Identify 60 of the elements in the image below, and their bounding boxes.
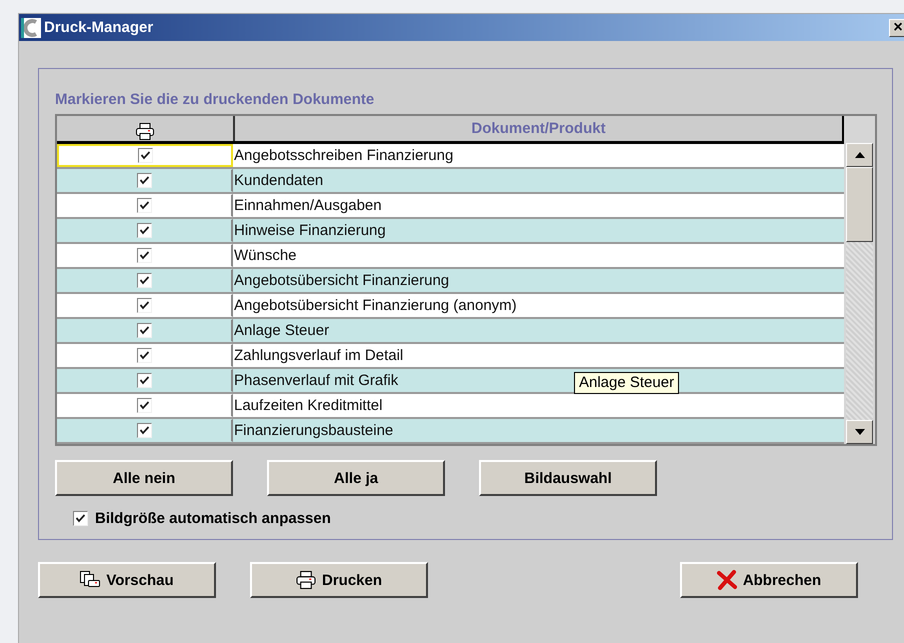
document-name: Angebotsübersicht Finanzierung — [234, 272, 450, 289]
document-name: Zahlungsverlauf im Detail — [234, 347, 404, 364]
check-icon — [139, 300, 150, 311]
check-icon — [139, 275, 150, 286]
document-name: Einnahmen/Ausgaben — [234, 197, 382, 214]
document-name: Hinweise Finanzierung — [234, 222, 386, 239]
document-name: Anlage Steuer — [234, 322, 330, 339]
printer-icon — [136, 123, 154, 140]
dialog-button[interactable]: Drucken — [250, 562, 428, 598]
check-icon — [139, 225, 150, 236]
checkbox[interactable] — [138, 148, 152, 163]
scroll-thumb[interactable] — [846, 167, 873, 242]
action-button[interactable]: Bildauswahl — [479, 460, 657, 496]
checkbox[interactable] — [137, 173, 152, 188]
action-button[interactable]: Alle ja — [267, 460, 445, 496]
scrollbar[interactable] — [844, 116, 875, 444]
scroll-down-button[interactable] — [846, 420, 873, 444]
checkbox[interactable] — [137, 323, 152, 338]
document-name: Wünsche — [234, 247, 297, 264]
checkbox[interactable] — [137, 348, 152, 363]
check-icon — [139, 325, 150, 336]
checkbox[interactable] — [137, 298, 152, 313]
check-icon — [139, 375, 150, 386]
check-icon — [139, 175, 150, 186]
tooltip: Anlage Steuer — [574, 372, 680, 394]
down-arrow-icon — [854, 429, 864, 435]
close-button[interactable]: × — [889, 18, 904, 36]
dialog-button[interactable]: Abbrechen — [680, 562, 858, 598]
up-arrow-icon — [854, 152, 864, 158]
check-icon — [139, 250, 150, 261]
printer-icon — [296, 571, 316, 589]
document-name: Kundendaten — [234, 172, 324, 189]
check-icon — [75, 513, 86, 524]
checkbox[interactable] — [137, 373, 152, 388]
checkbox[interactable] — [73, 511, 88, 526]
checkbox[interactable] — [137, 248, 152, 263]
checkbox[interactable] — [137, 423, 152, 438]
checkbox-label: Bildgröße automatisch anpassen — [95, 510, 331, 527]
action-button[interactable]: Alle nein — [55, 460, 233, 496]
check-icon — [139, 400, 150, 411]
check-icon — [139, 425, 150, 436]
check-icon — [139, 350, 150, 361]
check-icon — [139, 200, 150, 211]
check-icon — [140, 150, 150, 161]
document-name: Phasenverlauf mit Grafik — [234, 372, 398, 389]
checkbox[interactable] — [137, 198, 152, 213]
document-name: Angebotsschreiben Finanzierung — [234, 147, 454, 164]
group-title: Markieren Sie die zu druckenden Dokumente — [55, 91, 376, 108]
dialog-button[interactable]: Vorschau — [38, 562, 216, 598]
close-icon — [716, 570, 737, 590]
checkbox[interactable] — [137, 223, 152, 238]
document-name: Angebotsübersicht Finanzierung (anonym) — [234, 297, 517, 314]
scroll-up-button[interactable] — [846, 143, 873, 167]
document-name: Laufzeiten Kreditmittel — [234, 397, 382, 414]
window-title: Druck-Manager — [44, 19, 154, 36]
checkbox[interactable] — [137, 398, 152, 413]
document-name: Finanzierungsbausteine — [234, 422, 394, 439]
pages-icon — [80, 571, 100, 589]
app-icon — [21, 18, 41, 38]
checkbox[interactable] — [137, 273, 152, 288]
